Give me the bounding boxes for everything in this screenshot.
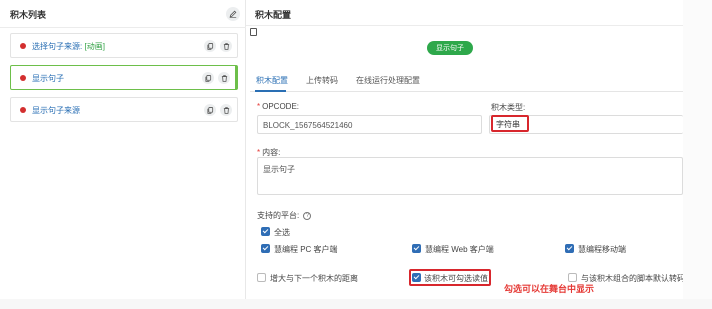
highlight-box	[491, 115, 529, 132]
tab-online-run-config[interactable]: 在线运行处理配置	[356, 75, 420, 86]
annotation-text: 勾选可以在舞台中显示	[504, 284, 595, 294]
copy-icon	[206, 106, 213, 114]
block-type-label: 积木类型:	[491, 103, 526, 112]
divider	[246, 25, 683, 26]
select-all-checkbox[interactable]	[261, 227, 270, 236]
copy-icon	[204, 74, 211, 82]
platform-web-checkbox[interactable]	[412, 244, 421, 253]
block-status-dot	[20, 75, 26, 81]
select-all-label: 全选	[274, 228, 290, 237]
trash-icon	[223, 106, 229, 114]
delete-button[interactable]	[218, 72, 230, 84]
block-config-title: 积木配置	[255, 10, 292, 20]
copy-icon	[206, 42, 213, 50]
tab-upload-transcode[interactable]: 上传转码	[306, 75, 338, 86]
help-icon[interactable]: ?	[303, 211, 312, 220]
preview-block[interactable]: 显示句子	[427, 41, 473, 55]
block-item-label: 选择句子来源: [动画]	[32, 42, 105, 51]
block-item-show-sentence[interactable]: 显示句子	[10, 65, 238, 90]
page-edge	[683, 0, 712, 309]
block-status-dot	[20, 43, 26, 49]
default-transcode-checkbox[interactable]	[568, 273, 577, 282]
block-item-label: 显示句子来源	[32, 106, 80, 115]
default-transcode-label: 与该积木组合的脚本默认转码	[581, 274, 685, 283]
highlight-box	[409, 269, 491, 286]
platforms-label: 支持的平台: ?	[257, 210, 312, 221]
opcode-field[interactable]: BLOCK_1567564521460	[257, 115, 482, 134]
increase-spacing-label: 增大与下一个积木的距离	[270, 274, 358, 283]
pencil-icon	[229, 10, 237, 18]
platform-mobile-checkbox[interactable]	[565, 244, 574, 253]
platform-mobile-label: 慧编程移动端	[578, 245, 626, 254]
trash-icon	[221, 74, 227, 82]
copy-button[interactable]	[204, 104, 216, 116]
block-list-title: 积木列表	[10, 10, 47, 20]
bottom-edge	[0, 299, 712, 309]
copy-button[interactable]	[204, 40, 216, 52]
block-item-show-source[interactable]: 显示句子来源	[10, 97, 238, 122]
delete-button[interactable]	[220, 104, 232, 116]
block-list-header: 积木列表	[0, 0, 246, 28]
tab-block-config[interactable]: 积木配置	[256, 75, 288, 86]
block-status-dot	[20, 107, 26, 113]
edit-button[interactable]	[226, 7, 240, 21]
trash-icon	[223, 42, 229, 50]
block-list-panel: 积木列表 选择句子来源: [动画] 显示句子 显示句子来源	[0, 0, 246, 299]
platform-pc-checkbox[interactable]	[261, 244, 270, 253]
block-item-label: 显示句子	[32, 74, 64, 83]
config-tabs: 积木配置 上传转码 在线运行处理配置	[250, 67, 683, 92]
platform-pc-label: 慧编程 PC 客户端	[274, 245, 338, 254]
active-tab-indicator	[255, 90, 286, 92]
opcode-label: * OPCODE:	[257, 102, 300, 111]
increase-spacing-checkbox[interactable]	[257, 273, 266, 282]
platform-web-label: 慧编程 Web 客户端	[425, 245, 494, 254]
delete-button[interactable]	[220, 40, 232, 52]
copy-button[interactable]	[202, 72, 214, 84]
block-item-select-source[interactable]: 选择句子来源: [动画]	[10, 33, 238, 58]
content-textarea[interactable]: 显示句子	[257, 157, 683, 195]
